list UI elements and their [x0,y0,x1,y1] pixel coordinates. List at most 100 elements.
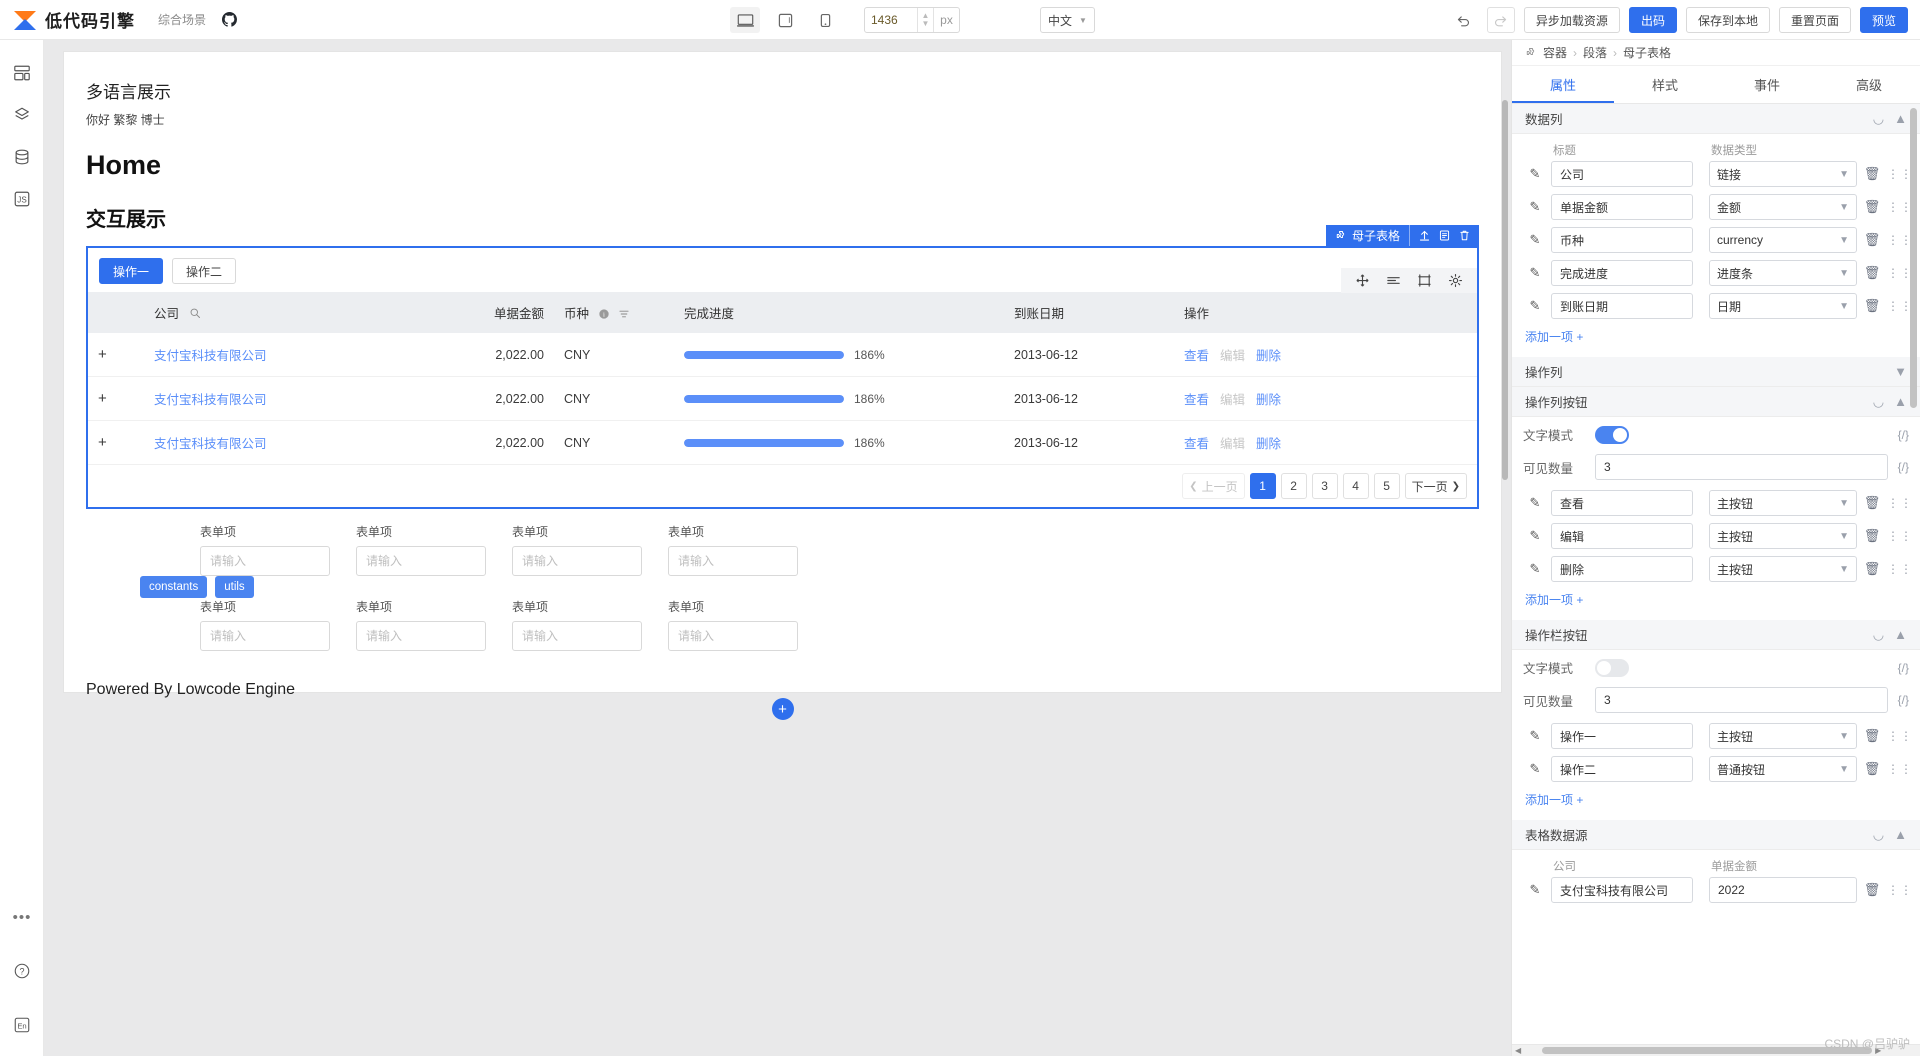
form-input[interactable] [512,546,642,576]
company-link[interactable]: 支付宝科技有限公司 [154,437,267,451]
add-component-button[interactable]: + [771,698,794,720]
row-expander[interactable]: + [88,376,144,421]
hscroll-thumb[interactable] [1542,1047,1873,1054]
breadcrumb-item-0[interactable]: 容器 [1543,44,1567,61]
delete-icon[interactable]: 🗑 [1861,882,1883,898]
breadcrumb-item-1[interactable]: 段落 [1583,44,1607,61]
drag-handle-icon[interactable]: ⋮⋮ [1887,266,1912,280]
tab-events[interactable]: 事件 [1716,66,1818,103]
github-icon[interactable] [222,12,238,27]
pagination-page-1[interactable]: 1 [1249,473,1276,499]
panel-scrollbar[interactable] [1910,108,1917,408]
column-title-input[interactable] [1551,227,1693,253]
row-action-view[interactable]: 查看 [1184,433,1209,452]
action-button-2[interactable]: 操作二 [172,258,237,284]
code-binding-icon[interactable]: {/} [1898,661,1909,675]
code-binding-icon[interactable]: {/} [1898,693,1909,707]
drag-handle-icon[interactable]: ⋮⋮ [1887,200,1912,214]
action-button-type-select[interactable]: 主按钮 ▼ [1709,490,1857,516]
drag-handle-icon[interactable]: ⋮⋮ [1887,233,1912,247]
breadcrumb-item-2[interactable]: 母子表格 [1623,44,1671,61]
chevron-down-icon[interactable]: ▼ [1894,364,1907,379]
edit-icon[interactable]: ✎ [1523,761,1547,777]
async-resource-button[interactable]: 异步加载资源 [1523,7,1620,33]
section-header-action-column-buttons[interactable]: 操作列按钮 ◡ ▲ [1512,387,1920,417]
edit-icon[interactable]: ✎ [1523,298,1547,314]
th-currency[interactable]: 币种 i [554,292,674,333]
ds-amount-input[interactable] [1709,877,1857,903]
column-title-input[interactable] [1551,260,1693,286]
action-button-label-input[interactable] [1551,523,1693,549]
form-input[interactable] [200,546,330,576]
drag-handle-icon[interactable]: ⋮⋮ [1887,562,1912,576]
company-link[interactable]: 支付宝科技有限公司 [154,393,267,407]
action-button-type-select[interactable]: 主按钮 ▼ [1709,523,1857,549]
component-badge-name[interactable]: 母子表格 [1325,225,1409,246]
pagination-page-2[interactable]: 2 [1280,473,1307,499]
toolbar-button-type-select[interactable]: 普通按钮 ▼ [1709,756,1857,782]
pagination-next[interactable]: 下一页 ❯ [1404,473,1467,499]
datasource-icon[interactable] [0,136,44,178]
visible-count-input[interactable] [1595,687,1888,713]
desktop-icon[interactable] [730,7,760,33]
form-input[interactable] [356,621,486,651]
save-local-button[interactable]: 保存到本地 [1685,7,1770,33]
edit-icon[interactable]: ✎ [1523,561,1547,577]
chevron-up-icon[interactable]: ▲ [1894,111,1907,126]
column-type-select[interactable]: 链接 ▼ [1709,161,1857,187]
toolbar-button-type-select[interactable]: 主按钮 ▼ [1709,723,1857,749]
canvas-size-field[interactable]: ▲▼ px [864,7,960,33]
preview-button[interactable]: 预览 [1859,7,1908,33]
toolbar-button-label-input[interactable] [1551,723,1693,749]
export-code-button[interactable]: 出码 [1628,7,1677,33]
form-input[interactable] [200,621,330,651]
section-header-action-column[interactable]: 操作列 ▼ [1512,357,1920,387]
section-header-data-columns[interactable]: 数据列 ◡ ▲ [1512,104,1920,134]
delete-icon[interactable]: 🗑 [1861,495,1883,511]
pagination-prev[interactable]: ❮ 上一页 [1182,473,1245,499]
row-action-view[interactable]: 查看 [1184,345,1209,364]
action-button-type-select[interactable]: 主按钮 ▼ [1709,556,1857,582]
canvas-scrollbar[interactable] [1502,100,1508,480]
edit-icon[interactable]: ✎ [1523,495,1547,511]
delete-icon[interactable]: 🗑 [1861,166,1883,182]
column-type-select[interactable]: 金额 ▼ [1709,194,1857,220]
column-title-input[interactable] [1551,161,1693,187]
language-select[interactable]: 中文 ▼ [1040,7,1095,33]
text-mode-toggle[interactable] [1595,425,1629,444]
redo-icon[interactable] [1486,7,1515,33]
help-icon[interactable]: ? [0,950,44,992]
delete-icon[interactable]: 🗑 [1861,298,1883,314]
js-code-icon[interactable]: JS [0,178,44,220]
outline-tree-icon[interactable] [0,94,44,136]
component-library-icon[interactable] [0,52,44,94]
chevron-up-icon[interactable]: ▲ [1894,627,1907,642]
selected-component-frame[interactable]: 母子表格 操作一 操作二 公司 单据金额 币种 i 完成进度 到账日期 操作 +… [86,225,1479,509]
visible-count-input[interactable] [1595,454,1888,480]
chevron-up-icon[interactable]: ▲ [1894,827,1907,842]
row-action-view[interactable]: 查看 [1184,389,1209,408]
scroll-left-icon[interactable]: ◀ [1512,1046,1524,1055]
tab-properties[interactable]: 属性 [1512,66,1614,103]
chevron-up-icon[interactable]: ▲ [1894,394,1907,409]
table-row[interactable]: + 支付宝科技有限公司 2,022.00 CNY 186% 2013-06-12 [88,420,1477,465]
th-company[interactable]: 公司 [144,292,444,333]
action-button-label-input[interactable] [1551,556,1693,582]
row-action-edit[interactable]: 编辑 [1220,433,1245,452]
chip-constants[interactable]: constants [140,576,208,598]
add-data-column-link[interactable]: 添加一项 + [1523,326,1909,347]
toolbar-button-label-input[interactable] [1551,756,1693,782]
delete-icon[interactable]: 🗑 [1861,728,1883,744]
code-binding-icon[interactable]: {/} [1898,460,1909,474]
row-action-delete[interactable]: 删除 [1256,433,1281,452]
action-button-label-input[interactable] [1551,490,1693,516]
drag-handle-icon[interactable]: ⋮⋮ [1887,496,1912,510]
edit-icon[interactable]: ✎ [1523,528,1547,544]
tab-styles[interactable]: 样式 [1614,66,1716,103]
row-expander[interactable]: + [88,420,144,465]
column-type-select[interactable]: 进度条 ▼ [1709,260,1857,286]
undo-icon[interactable] [1450,7,1478,33]
pagination-page-4[interactable]: 4 [1342,473,1369,499]
edit-icon[interactable]: ✎ [1523,166,1547,182]
mobile-icon[interactable] [810,7,840,33]
